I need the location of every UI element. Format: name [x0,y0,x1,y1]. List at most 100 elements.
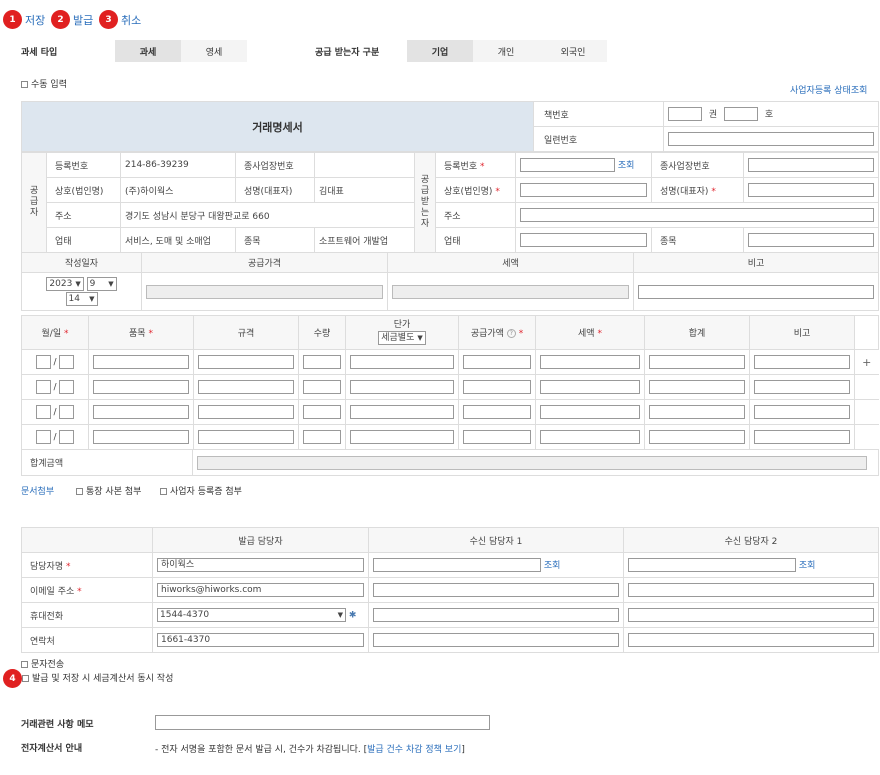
manual-input-checkbox[interactable]: 수동 입력 [21,77,67,90]
unit-tax-select[interactable]: 세금별도 ▼ [378,331,426,345]
item-month-input[interactable] [35,430,51,444]
receiver-branch-input[interactable] [748,158,874,172]
receiver2-phone-input[interactable] [628,633,874,647]
item-spec-input[interactable] [198,405,294,419]
biz-status-link[interactable]: 사업자등록 상태조회 [790,83,867,96]
item-total-input[interactable] [649,380,745,394]
items-table: 월/일 * 품목 * 규격 수량 단가 세금별도 ▼ 공급가액 ? * 세액 * 합… [21,315,879,350]
item-qty-input[interactable] [303,405,341,419]
cancel-button[interactable]: 취소 [121,12,141,28]
item-supply-input[interactable] [463,380,531,394]
receiver-biz-item-input[interactable] [748,233,874,247]
item-note-input[interactable] [754,405,850,419]
item-tax-input[interactable] [540,430,640,444]
year-select[interactable]: 2023 ▼ [46,276,84,291]
sms-checkbox[interactable]: 문자전송 [21,657,64,670]
item-tax-input[interactable] [540,380,640,394]
help-icon[interactable]: ? [506,329,516,338]
item-supply-input[interactable] [463,430,531,444]
receiver1-email-input[interactable] [373,583,619,597]
receiver-name-input[interactable] [520,183,647,197]
item-spec-input[interactable] [198,430,294,444]
book-vol-input[interactable] [668,107,702,122]
receiver-biz-type-input[interactable] [520,233,647,247]
serial-no-label: 일련번호 [544,135,578,146]
item-note-input[interactable] [754,430,850,444]
einvoice-label: 전자계산서 안내 [21,744,83,754]
issuer-mobile-select[interactable]: 1544-4370 ▼ [157,608,346,622]
item-name-input[interactable] [93,405,189,419]
item-tax-input[interactable] [540,405,640,419]
month-select[interactable]: 9 ▼ [86,276,117,291]
receiver2-email-input[interactable] [628,583,874,597]
supplier-name: (주)하이웍스 [125,186,174,197]
item-supply-input[interactable] [463,355,531,369]
einvoice-policy-link[interactable]: 발급 건수 차감 정책 보기 [367,745,461,755]
receiver1-name-input[interactable] [373,558,541,573]
issuer-name-input[interactable]: 하이웍스 [157,558,364,572]
item-qty-input[interactable] [303,380,341,394]
item-month-input[interactable] [35,405,51,419]
receiver1-mobile-input[interactable] [373,608,619,622]
add-row-icon[interactable]: + [862,356,871,369]
item-month-input[interactable] [35,380,51,394]
receiver2-name-input[interactable] [628,558,796,573]
issuer-phone-input[interactable]: 1661-4370 [157,633,364,647]
receiver1-lookup-link[interactable]: 조회 [544,561,561,571]
receiver-addr-input[interactable] [520,208,874,222]
item-total-input[interactable] [649,430,745,444]
item-unit-price-input[interactable] [350,430,454,444]
item-total-input[interactable] [649,355,745,369]
gear-icon[interactable]: ✱ [349,611,357,621]
issue-button[interactable]: 발급 [73,12,93,28]
receiver-lookup-link[interactable]: 조회 [618,161,635,171]
item-day-input[interactable] [59,355,75,369]
item-unit-price-input[interactable] [350,380,454,394]
serial-no-input[interactable] [668,132,874,146]
also-tax-invoice-checkbox[interactable]: 발급 및 저장 시 세금계산서 동시 작성 [22,671,173,684]
item-month-input[interactable] [35,355,51,369]
item-spec-input[interactable] [198,355,294,369]
save-button[interactable]: 저장 [25,12,45,28]
note-input[interactable] [638,284,874,299]
item-day-input[interactable] [59,405,75,419]
receiver-type-option-company[interactable]: 기업 [407,40,473,62]
receiver-type-option-person[interactable]: 개인 [473,40,539,62]
item-supply-input[interactable] [463,405,531,419]
item-unit-price-input[interactable] [350,405,454,419]
item-name-input[interactable] [93,355,189,369]
day-select[interactable]: 14 ▼ [65,291,98,306]
biz-cert-checkbox[interactable]: 사업자 등록증 첨부 [160,484,242,497]
attach-label[interactable]: 문서첨부 [21,484,54,497]
bankbook-checkbox[interactable]: 통장 사본 첨부 [76,484,141,497]
item-note-input[interactable] [754,380,850,394]
book-no-input[interactable] [724,107,759,122]
receiver2-lookup-link[interactable]: 조회 [799,561,816,571]
receiver-rep-input[interactable] [748,183,874,197]
tax-type-option-zero[interactable]: 영세 [181,40,247,62]
item-tax-input[interactable] [540,355,640,369]
item-day-input[interactable] [59,430,75,444]
item-qty-input[interactable] [303,355,341,369]
item-day-input[interactable] [59,380,75,394]
item-qty-input[interactable] [303,430,341,444]
receiver-reg-no-input[interactable] [520,158,615,173]
issuer-email-input[interactable]: hiworks@hiworks.com [157,583,364,597]
supplier-biz-type: 서비스, 도매 및 소매업 [125,236,211,247]
item-total-input[interactable] [649,405,745,419]
supplier-side-label: 공급자 [21,152,47,253]
tax-type-option-taxable[interactable]: 과세 [115,40,181,62]
receiver2-mobile-input[interactable] [628,608,874,622]
item-name-input[interactable] [93,430,189,444]
col-item: 품목 [129,329,146,339]
memo-input[interactable] [155,715,490,730]
issuer-col: 발급 담당자 [152,527,369,553]
receiver1-phone-input[interactable] [373,633,619,647]
item-spec-input[interactable] [198,380,294,394]
item-unit-price-input[interactable] [350,355,454,369]
book-no-unit: 호 [764,109,774,120]
item-name-input[interactable] [93,380,189,394]
item-note-input[interactable] [754,355,850,369]
col-unit: 단가 [393,320,411,330]
receiver-type-option-foreigner[interactable]: 외국인 [539,40,607,62]
